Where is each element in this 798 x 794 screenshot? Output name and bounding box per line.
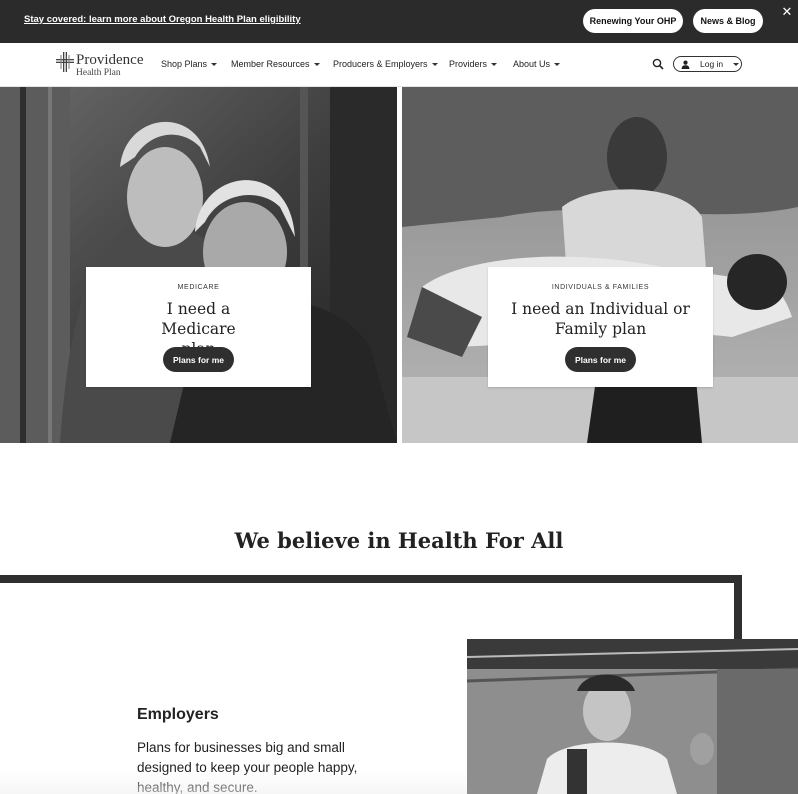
caret-down-icon	[491, 62, 498, 66]
individual-family-card: INDIVIDUALS & FAMILIES I need an Individ…	[488, 267, 713, 387]
family-hero-image	[402, 87, 798, 443]
login-label: Log in	[700, 59, 724, 69]
nav-label: About Us	[513, 59, 551, 69]
login-button[interactable]: Log in	[673, 56, 742, 72]
caret-down-icon	[554, 62, 561, 66]
user-icon	[681, 60, 690, 69]
family-plans-button[interactable]: Plans for me	[565, 347, 636, 372]
medicare-plans-button[interactable]: Plans for me	[163, 347, 234, 372]
nav-shop-plans[interactable]: Shop Plans	[161, 59, 218, 69]
ohp-eligibility-link[interactable]: Stay covered: learn more about Oregon He…	[24, 14, 301, 25]
bottom-fade	[0, 770, 467, 794]
caret-down-icon	[211, 62, 218, 66]
nav-label: Shop Plans	[161, 59, 208, 69]
logo-subtitle: Health Plan	[76, 68, 121, 78]
logo-name: Providence	[76, 52, 144, 68]
medicare-hero-image	[0, 87, 397, 443]
nav-label: Member Resources	[231, 59, 310, 69]
nav-about-us[interactable]: About Us	[513, 59, 561, 69]
announcement-banner: Stay covered: learn more about Oregon He…	[0, 0, 798, 43]
employers-image	[467, 639, 798, 794]
decorative-frame-top	[0, 575, 742, 583]
providence-logo[interactable]: Providence Health Plan	[56, 51, 146, 79]
card-eyebrow: INDIVIDUALS & FAMILIES	[551, 284, 650, 291]
decorative-frame-right	[734, 575, 742, 639]
medicare-card: MEDICARE I need a Medicare plan Plans fo…	[86, 267, 311, 387]
caret-down-icon	[313, 62, 320, 66]
hero-individual-family: INDIVIDUALS & FAMILIES I need an Individ…	[402, 87, 798, 443]
nav-providers[interactable]: Providers	[449, 59, 498, 69]
warehouse-worker-image	[467, 639, 798, 794]
employers-heading: Employers	[137, 706, 219, 723]
caret-down-icon	[431, 62, 438, 66]
section-heading: We believe in Health For All	[234, 528, 564, 553]
cross-logo-icon	[56, 52, 74, 72]
search-icon[interactable]	[652, 58, 664, 70]
card-eyebrow: MEDICARE	[177, 284, 220, 291]
nav-producers-employers[interactable]: Producers & Employers	[333, 59, 438, 69]
hero-medicare: MEDICARE I need a Medicare plan Plans fo…	[0, 87, 397, 443]
renewing-ohp-button[interactable]: Renewing Your OHP	[583, 9, 683, 33]
main-nav: Providence Health Plan Shop Plans Member…	[0, 43, 798, 87]
card-title: I need an Individual or Family plan	[511, 300, 690, 338]
nav-label: Producers & Employers	[333, 59, 428, 69]
nav-label: Providers	[449, 59, 488, 69]
caret-down-icon	[733, 62, 740, 66]
close-icon[interactable]: ✕	[780, 5, 794, 19]
nav-member-resources[interactable]: Member Resources	[231, 59, 320, 69]
news-blog-button[interactable]: News & Blog	[693, 9, 763, 33]
